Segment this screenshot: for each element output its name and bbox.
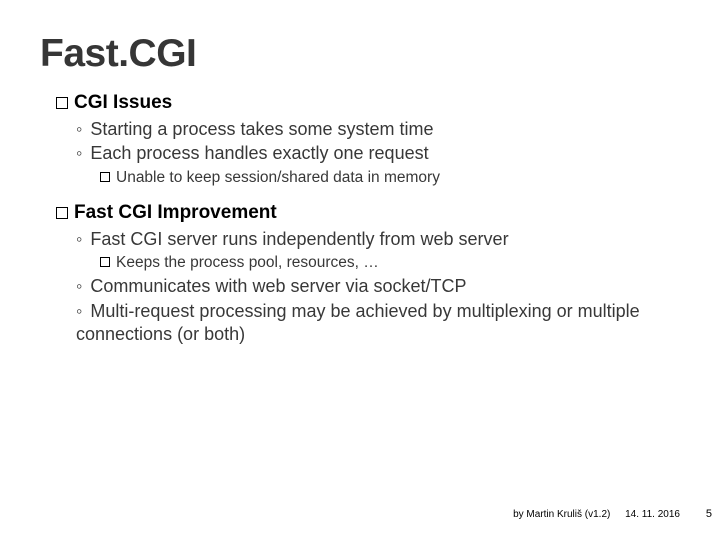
- checkbox-icon: [56, 207, 68, 219]
- footer-date: 14. 11. 2016: [625, 509, 680, 520]
- list-item: Each process handles exactly one request: [76, 142, 680, 165]
- footer-author: by Martin Kruliš (v1.2): [513, 509, 610, 520]
- section-header-2-text: Fast CGI Improvement: [74, 202, 277, 223]
- checkbox-icon: [100, 172, 110, 182]
- list-item: Starting a process takes some system tim…: [76, 118, 680, 141]
- section-header-1-text: CGI Issues: [74, 92, 172, 113]
- sub-list-item: Keeps the process pool, resources, …: [100, 253, 680, 273]
- section-header-1: CGI Issues: [56, 92, 680, 114]
- sub-list-item: Unable to keep session/shared data in me…: [100, 168, 680, 188]
- slide-title: Fast.CGI: [40, 32, 680, 76]
- list-item: Fast CGI server runs independently from …: [76, 228, 680, 251]
- checkbox-icon: [56, 97, 68, 109]
- section-header-2: Fast CGI Improvement: [56, 202, 680, 224]
- footer: by Martin Kruliš (v1.2) 14. 11. 2016: [513, 509, 680, 520]
- section-fastcgi-improvement: Fast CGI Improvement Fast CGI server run…: [40, 202, 680, 347]
- section-cgi-issues: CGI Issues Starting a process takes some…: [40, 92, 680, 188]
- page-number: 5: [706, 508, 712, 520]
- slide-content: Fast.CGI CGI Issues Starting a process t…: [0, 0, 720, 347]
- checkbox-icon: [100, 257, 110, 267]
- list-item: Multi-request processing may be achieved…: [76, 300, 680, 347]
- list-item: Communicates with web server via socket/…: [76, 275, 680, 298]
